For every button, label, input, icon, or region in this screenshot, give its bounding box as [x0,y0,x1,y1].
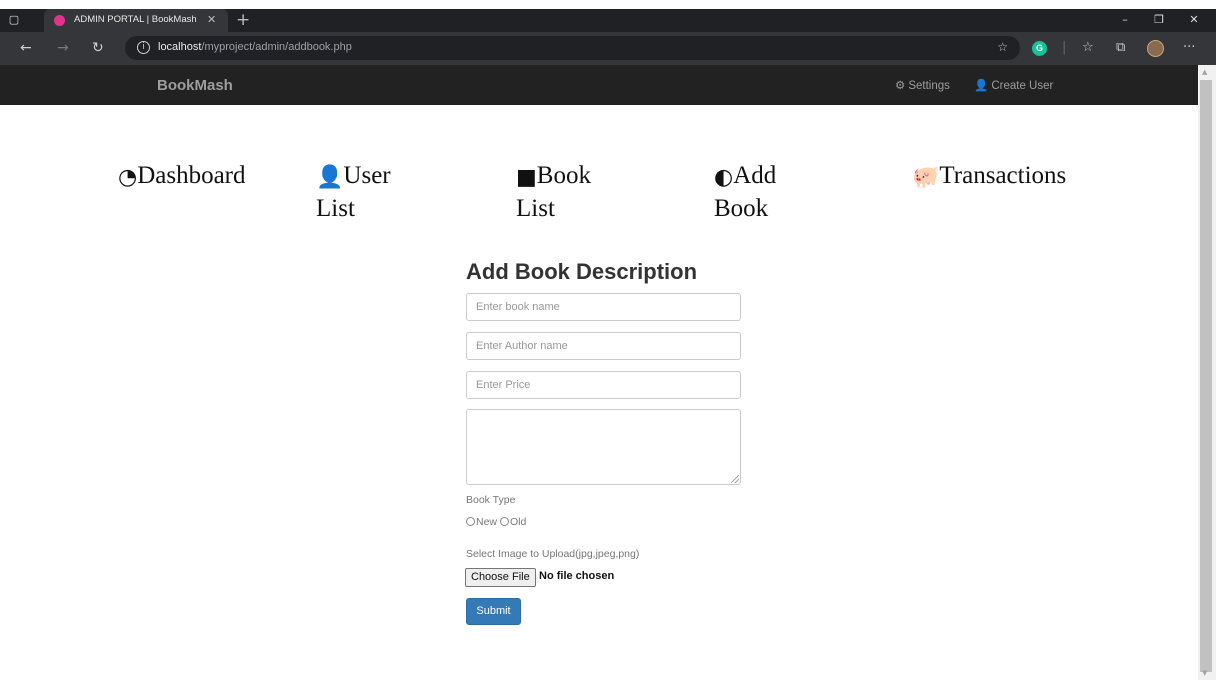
scroll-up-icon[interactable]: ▲ [1202,68,1207,76]
more-icon[interactable]: ··· [1183,40,1195,55]
piggy-bank-icon: 🐖 [912,165,940,190]
book-icon: ■ [516,165,537,190]
brand-link[interactable]: BookMash [157,77,233,94]
tab-title: ADMIN PORTAL | BookMash [74,14,197,25]
new-tab-icon[interactable]: + [236,10,250,30]
reload-icon[interactable]: ↻ [92,40,104,56]
radio-old-label[interactable]: Old [510,516,526,528]
url-path: /myproject/admin/addbook.php [201,41,352,53]
no-file-text: No file chosen [539,570,615,582]
submit-button[interactable]: Submit [466,598,521,625]
favorites-icon[interactable]: ☆ [1082,40,1094,55]
settings-label: Settings [908,80,950,92]
create-user-link[interactable]: 👤 Create User [974,78,1053,92]
back-icon[interactable]: ← [20,40,32,56]
scrollbar-thumb[interactable] [1200,80,1212,672]
choose-file-button[interactable]: Choose File [465,568,536,587]
form-title: Add Book Description [466,259,698,284]
menu-user-list[interactable]: 👤User List [316,160,391,224]
page-scrollbar[interactable]: ▲ ▼ [1198,65,1216,680]
add-favorite-icon[interactable]: ☆ [997,40,1008,54]
user-icon: 👤 [316,165,344,190]
contrast-icon: ◐ [714,165,734,190]
radio-new-label[interactable]: New [476,516,497,528]
menu-transactions-label: Transactions [939,162,1067,189]
info-icon[interactable]: i [137,41,150,54]
menu-user-list-label: User [343,162,391,189]
author-name-input[interactable] [466,332,741,360]
settings-link[interactable]: ⚙ Settings [895,78,950,92]
radio-new[interactable] [466,517,475,526]
browser-tab-bar: ▢ ADMIN PORTAL | BookMash ✕ + – ❐ ✕ [0,9,1216,32]
menu-book-list-label-2: List [516,195,555,222]
menu-add-book[interactable]: ◐Add Book [714,160,776,224]
menu-transactions[interactable]: 🐖Transactions [912,160,1066,193]
tab-close-icon[interactable]: ✕ [207,13,216,26]
book-name-input[interactable] [466,293,741,321]
collections-icon[interactable]: ⧉ [1116,40,1125,55]
book-type-radio-group: New Old [466,516,526,528]
menu-add-book-label-2: Book [714,195,769,222]
toolbar-divider: | [1062,40,1067,55]
close-window-icon[interactable]: ✕ [1188,14,1200,26]
scroll-down-icon[interactable]: ▼ [1202,669,1207,677]
url-text[interactable]: localhost/myproject/admin/addbook.php [158,41,352,53]
window-menu-icon[interactable]: ▢ [8,14,20,26]
dashboard-icon: ◔ [118,165,138,190]
browser-tab[interactable]: ADMIN PORTAL | BookMash ✕ [44,9,228,32]
textarea-resize-handle[interactable] [731,475,739,483]
menu-book-list[interactable]: ■Book List [516,160,591,224]
site-navbar: BookMash ⚙ Settings 👤 Create User [0,65,1198,105]
grammarly-extension-icon[interactable]: G [1032,41,1047,56]
menu-add-book-label: Add [733,162,777,189]
browser-toolbar: ← → ↻ i localhost/myproject/admin/addboo… [0,32,1216,65]
menu-dashboard[interactable]: ◔Dashboard [118,160,246,193]
menu-book-list-label: Book [536,162,591,189]
restore-icon[interactable]: ❐ [1153,14,1165,26]
gear-icon: ⚙ [895,78,906,92]
description-textarea[interactable] [466,409,741,485]
upload-label: Select Image to Upload(jpg,jpeg,png) [466,548,640,560]
minimize-icon[interactable]: – [1119,14,1131,26]
user-icon: 👤 [974,78,989,92]
price-input[interactable] [466,371,741,399]
forward-icon[interactable]: → [57,40,69,56]
tab-favicon-icon [54,15,65,26]
top-strip [0,0,1216,9]
book-type-label: Book Type [466,494,516,506]
url-host: localhost [158,41,202,53]
create-user-label: Create User [991,80,1054,92]
profile-avatar[interactable] [1147,40,1164,57]
address-bar[interactable]: i localhost/myproject/admin/addbook.php … [125,36,1020,60]
menu-dashboard-label: Dashboard [137,162,246,189]
menu-user-list-label-2: List [316,195,355,222]
radio-old[interactable] [499,517,509,526]
